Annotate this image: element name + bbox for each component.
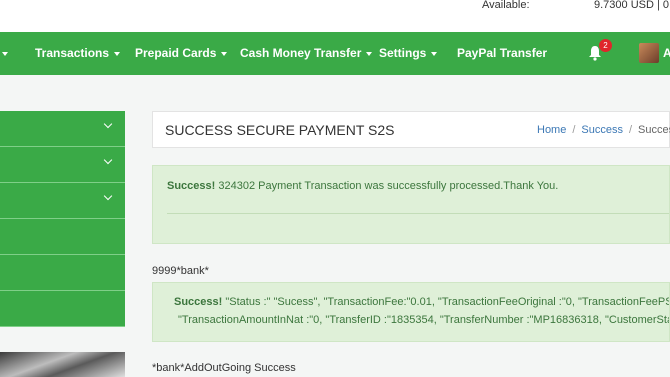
success-message: Success! 324302 Payment Transaction was … — [167, 180, 559, 192]
nav-paypal-transfer[interactable]: PayPal Transfer — [457, 32, 547, 75]
sidebar-item[interactable] — [0, 111, 125, 147]
divider — [167, 213, 669, 214]
chevron-down-icon — [103, 191, 113, 201]
nav-transactions[interactable]: Transactions — [35, 32, 121, 75]
top-bar: Available: 9.7300 USD | 0.0 — [0, 0, 670, 32]
user-name[interactable]: A — [663, 32, 670, 75]
chevron-down-icon[interactable] — [2, 52, 8, 56]
page-title: SUCCESS SECURE PAYMENT S2S — [165, 122, 395, 138]
sidebar — [0, 111, 125, 327]
nav-cash-money-transfer[interactable]: Cash Money Transfer — [240, 32, 373, 75]
avatar[interactable] — [639, 43, 659, 63]
success-alert: Success! 324302 Payment Transaction was … — [152, 165, 670, 244]
breadcrumb-separator: / — [572, 124, 576, 136]
breadcrumb-home[interactable]: Home — [537, 124, 566, 136]
nav-settings[interactable]: Settings — [379, 32, 438, 75]
notification-badge: 2 — [599, 39, 612, 52]
outgoing-status: *bank*AddOutGoing Success — [152, 362, 296, 374]
sidebar-item[interactable] — [0, 147, 125, 183]
transaction-response-alert: Success! "Status :" "Sucess", "Transacti… — [152, 282, 670, 342]
available-balance: 9.7300 USD | 0.0 — [594, 0, 670, 11]
chevron-down-icon — [103, 119, 113, 129]
chevron-down-icon — [103, 155, 113, 165]
breadcrumb: Home / Success / Succes — [537, 112, 670, 148]
sidebar-item[interactable] — [0, 219, 125, 255]
main-navbar: Transactions Prepaid Cards Cash Money Tr… — [0, 32, 670, 75]
sidebar-item[interactable] — [0, 183, 125, 219]
page-header: SUCCESS SECURE PAYMENT S2S Home / Success /… — [152, 111, 670, 148]
chevron-down-icon — [431, 51, 438, 56]
chevron-down-icon — [114, 51, 121, 56]
chevron-down-icon — [221, 51, 228, 56]
response-line-2: "TransactionAmountInNat :"0, "TransferID… — [178, 314, 670, 326]
chevron-down-icon — [366, 51, 373, 56]
available-label: Available: — [482, 0, 530, 11]
response-line-1: Success! "Status :" "Sucess", "Transacti… — [174, 296, 670, 308]
breadcrumb-separator: / — [628, 124, 633, 136]
sidebar-item[interactable] — [0, 255, 125, 291]
nav-prepaid-cards[interactable]: Prepaid Cards — [135, 32, 228, 75]
sidebar-item[interactable] — [0, 291, 125, 327]
response-code: 9999*bank* — [152, 265, 209, 277]
sidebar-image — [0, 352, 125, 377]
breadcrumb-success[interactable]: Success — [581, 124, 623, 136]
breadcrumb-current: Succes — [638, 124, 670, 136]
